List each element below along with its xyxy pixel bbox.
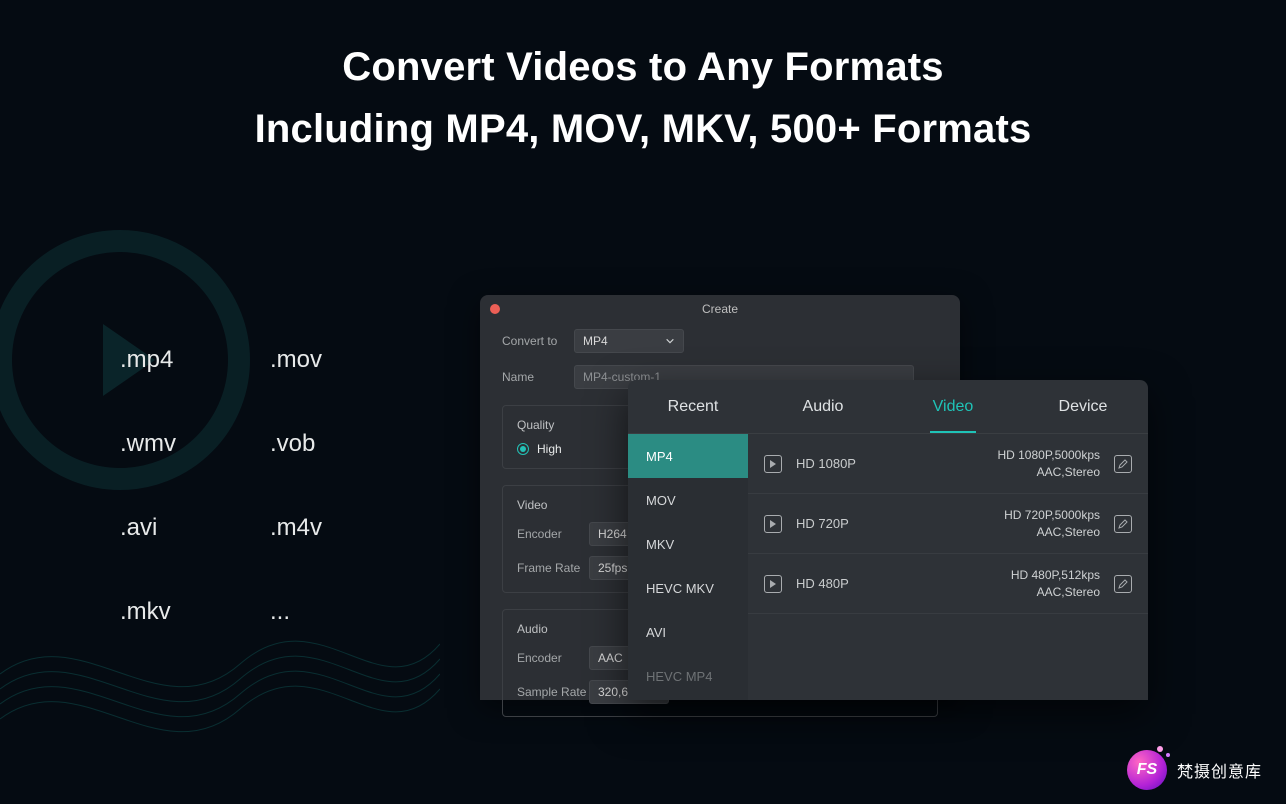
format-item-mp4[interactable]: MP4 bbox=[628, 434, 748, 478]
preset-name: HD 720P bbox=[796, 516, 888, 531]
preset-name: HD 1080P bbox=[796, 456, 888, 471]
tab-video[interactable]: Video bbox=[888, 380, 1018, 433]
format-item-avi[interactable]: AVI bbox=[628, 610, 748, 654]
convert-to-label: Convert to bbox=[502, 334, 574, 348]
edit-icon[interactable] bbox=[1114, 455, 1132, 473]
dialog-title: Create bbox=[702, 302, 738, 316]
formats-grid: .mp4 .mov .wmv .vob .avi .m4v .mkv ... bbox=[120, 346, 420, 682]
tab-recent[interactable]: Recent bbox=[628, 380, 758, 433]
format-item-mov[interactable]: MOV bbox=[628, 478, 748, 522]
watermark-badge: FS 梵摄创意库 bbox=[1127, 750, 1262, 790]
audio-encoder-value: AAC bbox=[598, 651, 623, 665]
audio-encoder-label: Encoder bbox=[517, 651, 589, 665]
format-picker-panel: Recent Audio Video Device MP4 MOV MKV HE… bbox=[628, 380, 1148, 700]
dialog-titlebar: Create bbox=[480, 295, 960, 323]
convert-to-select[interactable]: MP4 bbox=[574, 329, 684, 353]
video-encoder-label: Encoder bbox=[517, 527, 589, 541]
preset-spec: HD 1080P,5000kpsAAC,Stereo bbox=[997, 447, 1100, 479]
preset-row[interactable]: HD 1080P HD 1080P,5000kpsAAC,Stereo bbox=[748, 434, 1148, 494]
format-item-hevc-mp4[interactable]: HEVC MP4 bbox=[628, 654, 748, 698]
format-ext: .mp4 bbox=[120, 346, 270, 374]
close-icon[interactable] bbox=[490, 304, 500, 314]
preset-list: HD 1080P HD 1080P,5000kpsAAC,Stereo HD 7… bbox=[748, 434, 1148, 700]
format-ext: .avi bbox=[120, 514, 270, 542]
edit-icon[interactable] bbox=[1114, 515, 1132, 533]
preset-row[interactable]: HD 720P HD 720P,5000kpsAAC,Stereo bbox=[748, 494, 1148, 554]
format-ext: .mov bbox=[270, 346, 420, 374]
play-icon bbox=[764, 455, 782, 473]
tab-device[interactable]: Device bbox=[1018, 380, 1148, 433]
video-framerate-value: 25fps bbox=[598, 561, 627, 575]
preset-name: HD 480P bbox=[796, 576, 888, 591]
watermark-text: 梵摄创意库 bbox=[1177, 758, 1262, 782]
name-label: Name bbox=[502, 370, 574, 384]
format-item-mkv[interactable]: MKV bbox=[628, 522, 748, 566]
preset-spec: HD 720P,5000kpsAAC,Stereo bbox=[1004, 507, 1100, 539]
play-icon bbox=[764, 515, 782, 533]
audio-samplerate-label: Sample Rate bbox=[517, 685, 589, 699]
format-ext: .mkv bbox=[120, 598, 270, 626]
headline: Convert Videos to Any Formats Including … bbox=[0, 36, 1286, 160]
radio-icon bbox=[517, 443, 529, 455]
picker-tabs: Recent Audio Video Device bbox=[628, 380, 1148, 434]
edit-icon[interactable] bbox=[1114, 575, 1132, 593]
format-ext: ... bbox=[270, 598, 420, 626]
headline-line-1: Convert Videos to Any Formats bbox=[342, 45, 943, 89]
preset-spec: HD 480P,512kpsAAC,Stereo bbox=[1011, 567, 1100, 599]
format-list: MP4 MOV MKV HEVC MKV AVI HEVC MP4 bbox=[628, 434, 748, 700]
watermark-logo-icon: FS bbox=[1127, 750, 1167, 790]
format-ext: .wmv bbox=[120, 430, 270, 458]
convert-to-value: MP4 bbox=[583, 334, 608, 348]
video-encoder-value: H264 bbox=[598, 527, 627, 541]
tab-audio[interactable]: Audio bbox=[758, 380, 888, 433]
preset-row[interactable]: HD 480P HD 480P,512kpsAAC,Stereo bbox=[748, 554, 1148, 614]
headline-line-2: Including MP4, MOV, MKV, 500+ Formats bbox=[255, 107, 1032, 151]
format-ext: .m4v bbox=[270, 514, 420, 542]
format-ext: .vob bbox=[270, 430, 420, 458]
format-item-hevc-mkv[interactable]: HEVC MKV bbox=[628, 566, 748, 610]
quality-high-label: High bbox=[537, 442, 562, 456]
video-framerate-label: Frame Rate bbox=[517, 561, 589, 575]
chevron-down-icon bbox=[665, 336, 675, 346]
play-icon bbox=[764, 575, 782, 593]
